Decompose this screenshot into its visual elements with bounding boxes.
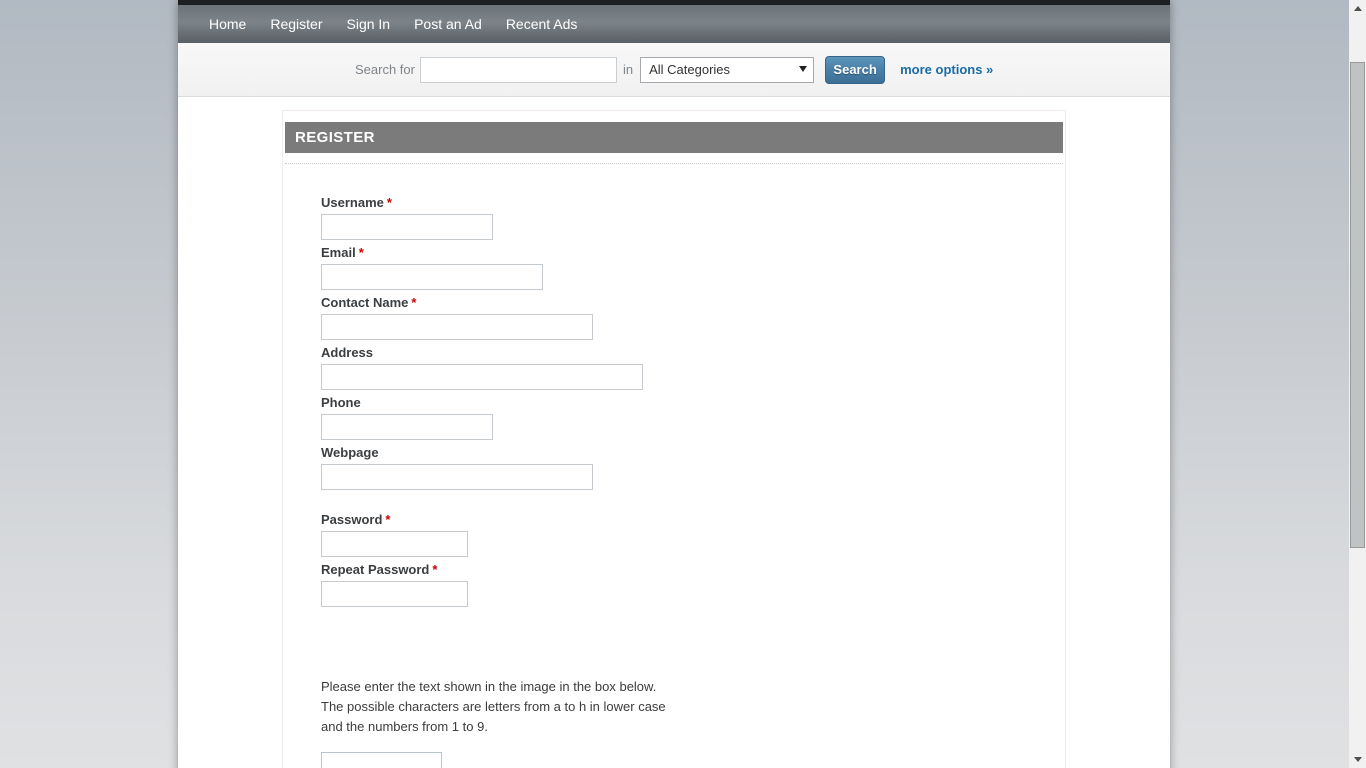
field-row-webpage: Webpage [321, 445, 1063, 490]
repeat-password-field[interactable] [321, 581, 468, 607]
phone-field[interactable] [321, 414, 493, 440]
scrollbar-thumb[interactable] [1350, 62, 1365, 548]
captcha-instruction-line: The possible characters are letters from… [321, 697, 1063, 717]
label-text: Webpage [321, 445, 379, 460]
field-row-email: Email* [321, 245, 1063, 290]
field-row-password: Password* [321, 512, 1063, 557]
label-text: Address [321, 345, 373, 360]
scrollbar[interactable] [1349, 0, 1366, 768]
field-label: Username* [321, 195, 1063, 211]
scroll-down-button[interactable] [1349, 751, 1366, 768]
email-field[interactable] [321, 264, 543, 290]
required-marker: * [411, 295, 416, 310]
search-bar: Search for in All Categories Search more… [178, 43, 1170, 97]
search-input[interactable] [420, 57, 617, 83]
field-label: Contact Name* [321, 295, 1063, 311]
field-label: Repeat Password* [321, 562, 1063, 578]
label-text: Phone [321, 395, 361, 410]
required-marker: * [385, 512, 390, 527]
scroll-down-icon [1354, 757, 1362, 762]
scroll-up-button[interactable] [1349, 0, 1366, 17]
required-marker: * [387, 195, 392, 210]
username-field[interactable] [321, 214, 493, 240]
contact-name-field[interactable] [321, 314, 593, 340]
field-row-phone: Phone [321, 395, 1063, 440]
address-field[interactable] [321, 364, 643, 390]
nav-item-post-an-ad[interactable]: Post an Ad [402, 6, 494, 42]
nav-item-register[interactable]: Register [258, 6, 334, 42]
field-row-contact-name: Contact Name* [321, 295, 1063, 340]
captcha-instruction-line: Please enter the text shown in the image… [321, 677, 1063, 697]
register-form: Username* Email* Contact Name* Address P [285, 164, 1063, 768]
field-label: Email* [321, 245, 1063, 261]
more-options-link[interactable]: more options » [900, 62, 993, 77]
category-select-wrap: All Categories [640, 57, 814, 83]
category-select[interactable]: All Categories [640, 57, 814, 83]
nav-item-home[interactable]: Home [197, 6, 258, 42]
captcha-section: Please enter the text shown in the image… [321, 677, 1063, 768]
register-panel: REGISTER Username* Email* Contact Name* … [282, 110, 1066, 768]
required-marker: * [359, 245, 364, 260]
webpage-field[interactable] [321, 464, 593, 490]
label-text: Contact Name [321, 295, 408, 310]
captcha-image-box [321, 752, 442, 768]
field-label: Password* [321, 512, 1063, 528]
search-for-label: Search for [355, 62, 415, 77]
nav-item-recent-ads[interactable]: Recent Ads [494, 6, 590, 42]
main-nav: Home Register Sign In Post an Ad Recent … [178, 5, 1170, 43]
field-row-repeat-password: Repeat Password* [321, 562, 1063, 607]
search-button[interactable]: Search [825, 56, 885, 84]
page-title: REGISTER [285, 122, 1063, 153]
in-label: in [623, 62, 633, 77]
password-field[interactable] [321, 531, 468, 557]
captcha-instruction-line: and the numbers from 1 to 9. [321, 717, 1063, 737]
field-row-address: Address [321, 345, 1063, 390]
field-label: Webpage [321, 445, 1063, 461]
label-text: Repeat Password [321, 562, 429, 577]
scroll-up-icon [1354, 6, 1362, 11]
page-container: Home Register Sign In Post an Ad Recent … [178, 0, 1170, 768]
field-row-username: Username* [321, 195, 1063, 240]
field-label: Address [321, 345, 1063, 361]
field-label: Phone [321, 395, 1063, 411]
label-text: Username [321, 195, 384, 210]
content-area: REGISTER Username* Email* Contact Name* … [178, 97, 1170, 768]
label-text: Password [321, 512, 382, 527]
label-text: Email [321, 245, 356, 260]
required-marker: * [432, 562, 437, 577]
nav-item-sign-in[interactable]: Sign In [335, 6, 403, 42]
